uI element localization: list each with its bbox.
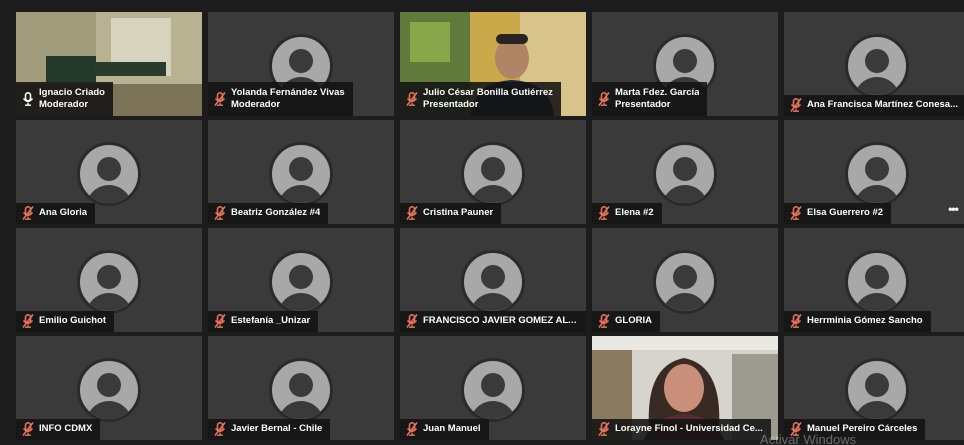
participant-name: Estefanía _Unizar — [231, 315, 311, 326]
avatar-placeholder-icon — [269, 358, 333, 422]
participant-label: Julio César Bonilla Gutiérrez Presentador — [400, 82, 561, 116]
participant-label: Ignacio Criado Moderador — [16, 82, 113, 116]
participant-tile[interactable]: INFO CDMX — [16, 336, 202, 440]
mic-muted-icon — [406, 206, 418, 220]
participant-label: INFO CDMX — [16, 419, 101, 440]
participant-label: Ana Gloria — [16, 203, 96, 224]
participant-tile[interactable]: Julio César Bonilla Gutiérrez Presentador — [400, 12, 586, 116]
participant-label: Herrminia Gómez Sancho — [784, 311, 931, 332]
mic-muted-icon — [406, 422, 418, 436]
participant-tile[interactable]: Cristina Pauner — [400, 120, 586, 224]
participant-name: Julio César Bonilla Gutiérrez — [423, 86, 553, 98]
avatar-placeholder-icon — [845, 34, 909, 98]
participant-label: Elena #2 — [592, 203, 662, 224]
avatar-placeholder-icon — [461, 358, 525, 422]
avatar-placeholder-icon — [653, 142, 717, 206]
participant-role: Moderador — [231, 98, 281, 110]
participant-label: Beatriz González #4 — [208, 203, 329, 224]
mic-muted-icon — [790, 314, 802, 328]
participant-label: Emilio Guichot — [16, 311, 115, 332]
avatar-placeholder-icon — [845, 358, 909, 422]
participant-tile[interactable]: Emilio Guichot — [16, 228, 202, 332]
participant-name: Marta Fdez. García — [615, 86, 700, 98]
participant-tile[interactable]: Lorayne Finol - Universidad Ce... — [592, 336, 778, 440]
avatar-placeholder-icon — [653, 250, 717, 314]
participant-tile[interactable]: Juan Manuel — [400, 336, 586, 440]
participant-label: Yolanda Fernández Vivas Moderador — [208, 82, 353, 116]
participant-name: Lorayne Finol - Universidad Ce... — [615, 423, 763, 434]
participant-label: Cristina Pauner — [400, 203, 502, 224]
participant-label: FRANCISCO JAVIER GOMEZ ALV... — [400, 311, 586, 332]
avatar-placeholder-icon — [461, 250, 525, 314]
participant-name: Beatriz González #4 — [231, 207, 321, 218]
participant-name: Javier Bernal - Chile — [231, 423, 323, 434]
participant-label: Lorayne Finol - Universidad Ce... — [592, 419, 771, 440]
mic-muted-icon — [406, 314, 418, 328]
participant-tile[interactable]: Ana Francisca Martínez Conesa... — [784, 12, 964, 116]
participant-label: Estefanía _Unizar — [208, 311, 319, 332]
avatar-placeholder-icon — [269, 142, 333, 206]
participant-name: Yolanda Fernández Vivas — [231, 86, 345, 98]
participant-tile[interactable]: Estefanía _Unizar — [208, 228, 394, 332]
participant-tile[interactable]: Elena #2 — [592, 120, 778, 224]
participant-role: Moderador — [39, 98, 89, 110]
mic-muted-icon — [598, 91, 610, 106]
participant-tile[interactable]: Ana Gloria — [16, 120, 202, 224]
mic-muted-icon — [790, 206, 802, 220]
participant-name: Elsa Guerrero #2 — [807, 207, 884, 218]
participant-label: Juan Manuel — [400, 419, 489, 440]
participant-tile[interactable]: Javier Bernal - Chile — [208, 336, 394, 440]
participant-name: Ignacio Criado — [39, 86, 105, 98]
avatar-placeholder-icon — [845, 250, 909, 314]
participant-name: Cristina Pauner — [423, 207, 494, 218]
participant-tile[interactable]: GLORIA — [592, 228, 778, 332]
mic-muted-icon — [214, 422, 226, 436]
participant-name: Elena #2 — [615, 207, 654, 218]
participant-name: Herrminia Gómez Sancho — [807, 315, 923, 326]
participant-name: GLORIA — [615, 315, 652, 326]
participant-label: Elsa Guerrero #2 — [784, 203, 892, 224]
more-options-button[interactable]: ••• — [944, 203, 962, 216]
participant-label: Ana Francisca Martínez Conesa... — [784, 95, 964, 116]
participant-name: INFO CDMX — [39, 423, 93, 434]
participant-tile[interactable]: Elsa Guerrero #2 — [784, 120, 964, 224]
mic-muted-icon — [790, 98, 802, 112]
participant-role: Presentador — [423, 98, 479, 110]
participant-name: Ana Gloria — [39, 207, 88, 218]
avatar-placeholder-icon — [845, 142, 909, 206]
participant-tile[interactable]: FRANCISCO JAVIER GOMEZ ALV... — [400, 228, 586, 332]
avatar-placeholder-icon — [269, 250, 333, 314]
participant-role: Presentador — [615, 98, 671, 110]
participant-tile[interactable]: Yolanda Fernández Vivas Moderador — [208, 12, 394, 116]
mic-muted-icon — [214, 91, 226, 106]
participant-tile[interactable]: Manuel Pereiro Cárceles — [784, 336, 964, 440]
participant-name: Emilio Guichot — [39, 315, 107, 326]
participant-tile[interactable]: Marta Fdez. García Presentador — [592, 12, 778, 116]
mic-muted-icon — [22, 314, 34, 328]
mic-icon — [22, 91, 34, 106]
mic-muted-icon — [22, 422, 34, 436]
mic-muted-icon — [214, 314, 226, 328]
avatar-placeholder-icon — [77, 250, 141, 314]
mic-muted-icon — [598, 314, 610, 328]
avatar-placeholder-icon — [461, 142, 525, 206]
mic-muted-icon — [598, 422, 610, 436]
participant-tile[interactable]: Ignacio Criado Moderador — [16, 12, 202, 116]
participant-tile[interactable]: Herrminia Gómez Sancho — [784, 228, 964, 332]
windows-activation-watermark: Activar Windows — [760, 432, 857, 445]
participant-grid: Ignacio Criado Moderador Yolanda Fernández… — [0, 0, 964, 445]
participant-label: GLORIA — [592, 311, 660, 332]
mic-muted-icon — [22, 206, 34, 220]
participant-name: Ana Francisca Martínez Conesa... — [807, 99, 958, 110]
participant-name: Juan Manuel — [423, 423, 481, 434]
participant-label: Marta Fdez. García Presentador — [592, 82, 708, 116]
mic-muted-icon — [214, 206, 226, 220]
avatar-placeholder-icon — [77, 358, 141, 422]
participant-label: Javier Bernal - Chile — [208, 419, 331, 440]
mic-muted-icon — [406, 91, 418, 106]
participant-name: FRANCISCO JAVIER GOMEZ ALV... — [423, 315, 578, 326]
participant-tile[interactable]: Beatriz González #4 — [208, 120, 394, 224]
avatar-placeholder-icon — [77, 142, 141, 206]
mic-muted-icon — [598, 206, 610, 220]
